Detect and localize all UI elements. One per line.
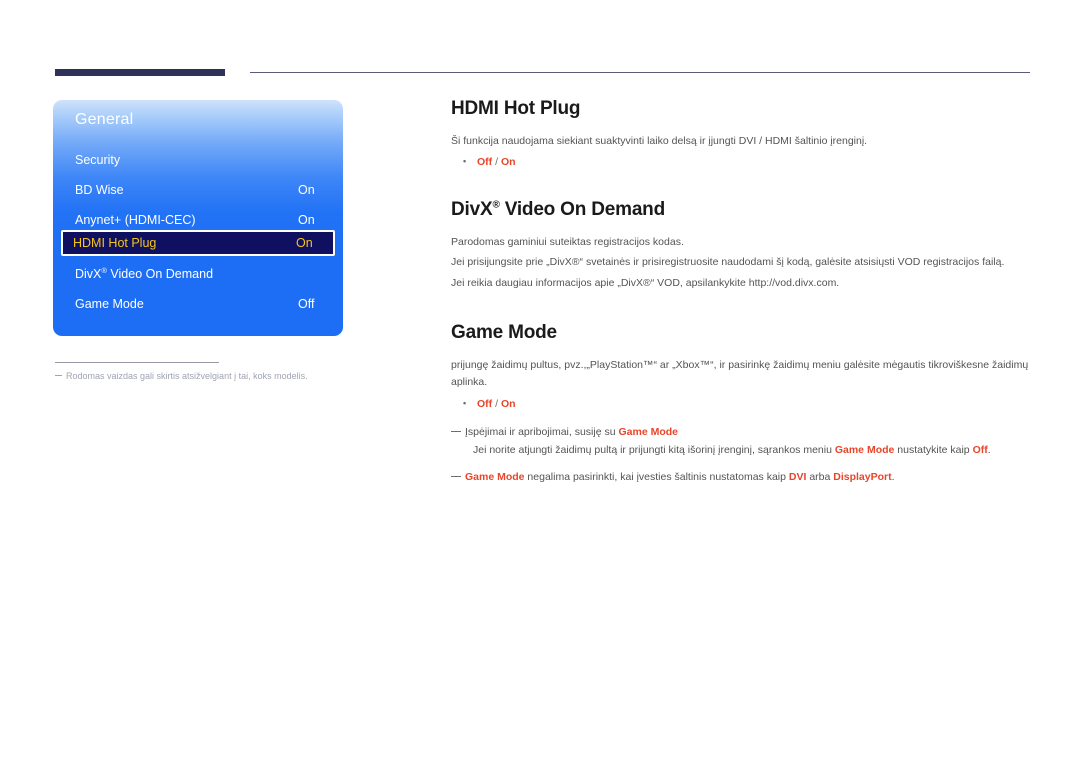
section-paragraph: Jei prisijungsite prie „DivX®“ svetainės…: [451, 256, 1005, 269]
note-part: negalima pasirinkti, kai įvesties šaltin…: [524, 471, 789, 484]
content-column: HDMI Hot Plug Ši funkcija naudojama siek…: [451, 98, 1031, 487]
option-on: On: [500, 156, 516, 169]
options-list-game-mode: Off / On: [451, 396, 1031, 414]
footnote-divider: [55, 362, 219, 363]
section-title-game-mode: Game Mode: [451, 322, 557, 344]
option-item: Off / On: [451, 154, 1031, 172]
header-rule-thin: [250, 72, 1030, 73]
note-part-accent: DVI: [788, 471, 807, 484]
section-title-text: DivX: [451, 199, 493, 221]
option-separator: /: [492, 397, 501, 410]
note-part: arba: [806, 471, 834, 484]
option-off: Off: [477, 156, 493, 169]
option-off: Off: [477, 397, 493, 410]
osd-row-label: BD Wise: [75, 182, 124, 197]
osd-row-value: On: [298, 182, 315, 197]
osd-row-label: Game Mode: [75, 296, 144, 311]
footnote: Rodomas vaizdas gali skirtis atsižvelgia…: [55, 371, 355, 381]
registered-mark-icon: ®: [492, 199, 500, 211]
footnote-text: Rodomas vaizdas gali skirtis atsižvelgia…: [66, 371, 308, 381]
option-on: On: [500, 397, 516, 410]
note-part: Jei norite atjungti žaidimų pultą ir pri…: [473, 443, 835, 456]
osd-row-divx-vod[interactable]: DivX® Video On Demand: [63, 261, 333, 286]
note-game-mode-restriction: Game Mode negalima pasirinkti, kai įvest…: [451, 468, 1031, 486]
note-part-accent: Game Mode: [465, 471, 525, 484]
osd-row-value: On: [298, 212, 315, 227]
osd-row-game-mode[interactable]: Game Mode Off: [63, 291, 333, 316]
osd-row-label: Security: [75, 152, 121, 167]
note-part: nustatykite kaip: [894, 443, 973, 456]
osd-row-bd-wise[interactable]: BD Wise On: [63, 177, 333, 202]
header-rule-thick: [55, 69, 225, 76]
note-part: .: [987, 443, 991, 456]
osd-row-security[interactable]: Security: [63, 147, 333, 172]
section-title-hdmi-hot-plug: HDMI Hot Plug: [451, 98, 581, 119]
note-part: .: [891, 471, 895, 484]
osd-row-label: HDMI Hot Plug: [73, 236, 157, 250]
osd-menu-panel: General Security BD Wise On Anynet+ (HDM…: [53, 100, 343, 336]
dash-icon: [55, 375, 62, 376]
note-part-accent: Off: [972, 443, 988, 456]
section-paragraph: prijungę žaidimų pultus, pvz.,„PlayStati…: [451, 359, 1029, 389]
options-list-hdmi-hot-plug: Off / On: [451, 154, 1031, 172]
osd-row-hdmi-hot-plug[interactable]: HDMI Hot Plug On: [61, 230, 335, 256]
osd-row-label-text: DivX: [75, 267, 102, 282]
note-part-accent: DisplayPort: [833, 471, 892, 484]
note-accent-term: Game Mode: [618, 425, 678, 438]
section-paragraph: Parodomas gaminiui suteiktas registracij…: [451, 236, 684, 249]
note-part-accent: Game Mode: [834, 443, 895, 456]
section-title-tail: Video On Demand: [499, 199, 665, 221]
osd-row-label: Anynet+ (HDMI-CEC): [75, 212, 196, 227]
option-item: Off / On: [451, 396, 1031, 414]
section-paragraph: Jei reikia daugiau informacijos apie „Di…: [451, 276, 840, 289]
note-warnings-heading: Įspėjimai ir apribojimai, susiję su Game…: [451, 423, 1031, 441]
option-separator: /: [492, 156, 501, 169]
section-title-divx-vod: DivX® Video On Demand: [451, 199, 1031, 221]
osd-row-label-tail: Video On Demand: [106, 267, 214, 282]
osd-row-value: Off: [298, 296, 315, 311]
note-lead-text: Įspėjimai ir apribojimai, susiję su: [465, 425, 619, 438]
osd-row-value: On: [296, 236, 313, 250]
osd-row-label: DivX® Video On Demand: [75, 266, 213, 281]
osd-row-anynet[interactable]: Anynet+ (HDMI-CEC) On: [63, 207, 333, 232]
note-warnings-detail: Jei norite atjungti žaidimų pultą ir pri…: [451, 441, 1031, 459]
osd-panel-title: General: [75, 111, 134, 128]
section-paragraph: Ši funkcija naudojama siekiant suaktyvin…: [451, 135, 868, 147]
